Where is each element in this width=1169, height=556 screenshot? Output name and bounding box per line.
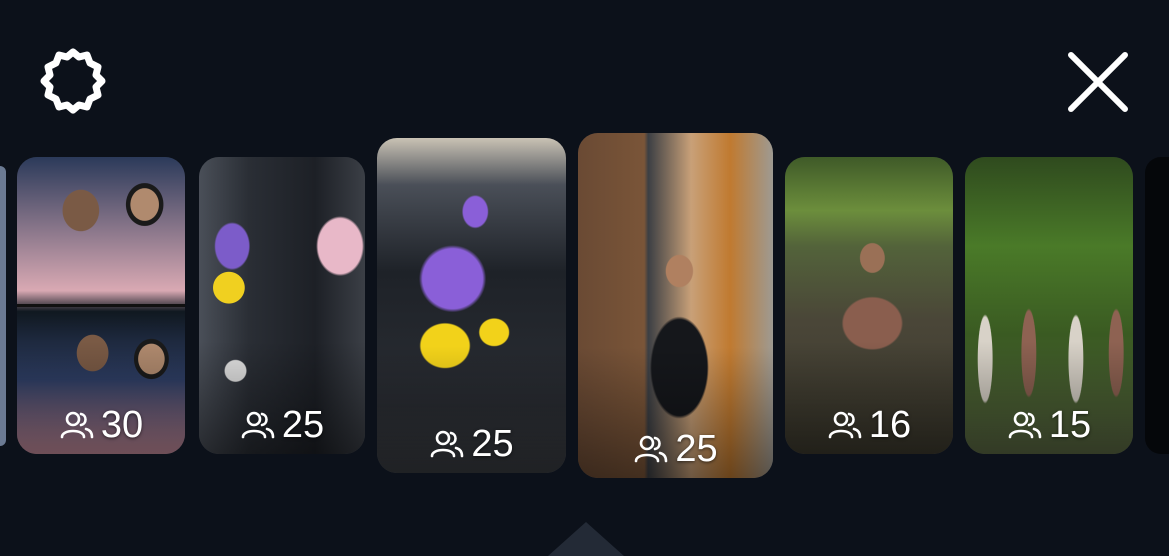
- people-icon: [635, 435, 668, 463]
- participant-count: 25: [377, 425, 566, 463]
- participant-count-value: 16: [868, 404, 912, 446]
- next-card-edge[interactable]: [1145, 157, 1169, 454]
- people-icon: [241, 411, 275, 439]
- participant-count: 25: [199, 406, 365, 444]
- people-icon: [1008, 411, 1042, 439]
- participant-count: 15: [965, 406, 1133, 444]
- participant-count: 16: [785, 406, 953, 444]
- previous-card-edge[interactable]: [0, 166, 6, 446]
- memory-card[interactable]: 16: [785, 157, 953, 454]
- participant-count: 25: [578, 430, 773, 468]
- memory-card[interactable]: 25: [199, 157, 365, 454]
- memory-card-selected[interactable]: 25: [377, 138, 566, 473]
- memories-carousel[interactable]: 30 25 25 25 16 15: [0, 0, 1169, 556]
- participant-count-value: 15: [1048, 404, 1092, 446]
- participant-count-value: 30: [100, 404, 144, 446]
- participant-count-value: 25: [281, 404, 325, 446]
- participant-count-value: 25: [471, 423, 514, 465]
- memory-card[interactable]: 25: [578, 133, 773, 478]
- memory-card[interactable]: 30: [17, 157, 185, 454]
- participant-count: 30: [17, 406, 185, 444]
- people-icon: [60, 411, 94, 439]
- people-icon: [828, 411, 862, 439]
- memory-card[interactable]: 15: [965, 157, 1133, 454]
- participant-count-value: 25: [675, 428, 718, 470]
- selection-pointer: [548, 522, 624, 556]
- people-icon: [431, 430, 464, 458]
